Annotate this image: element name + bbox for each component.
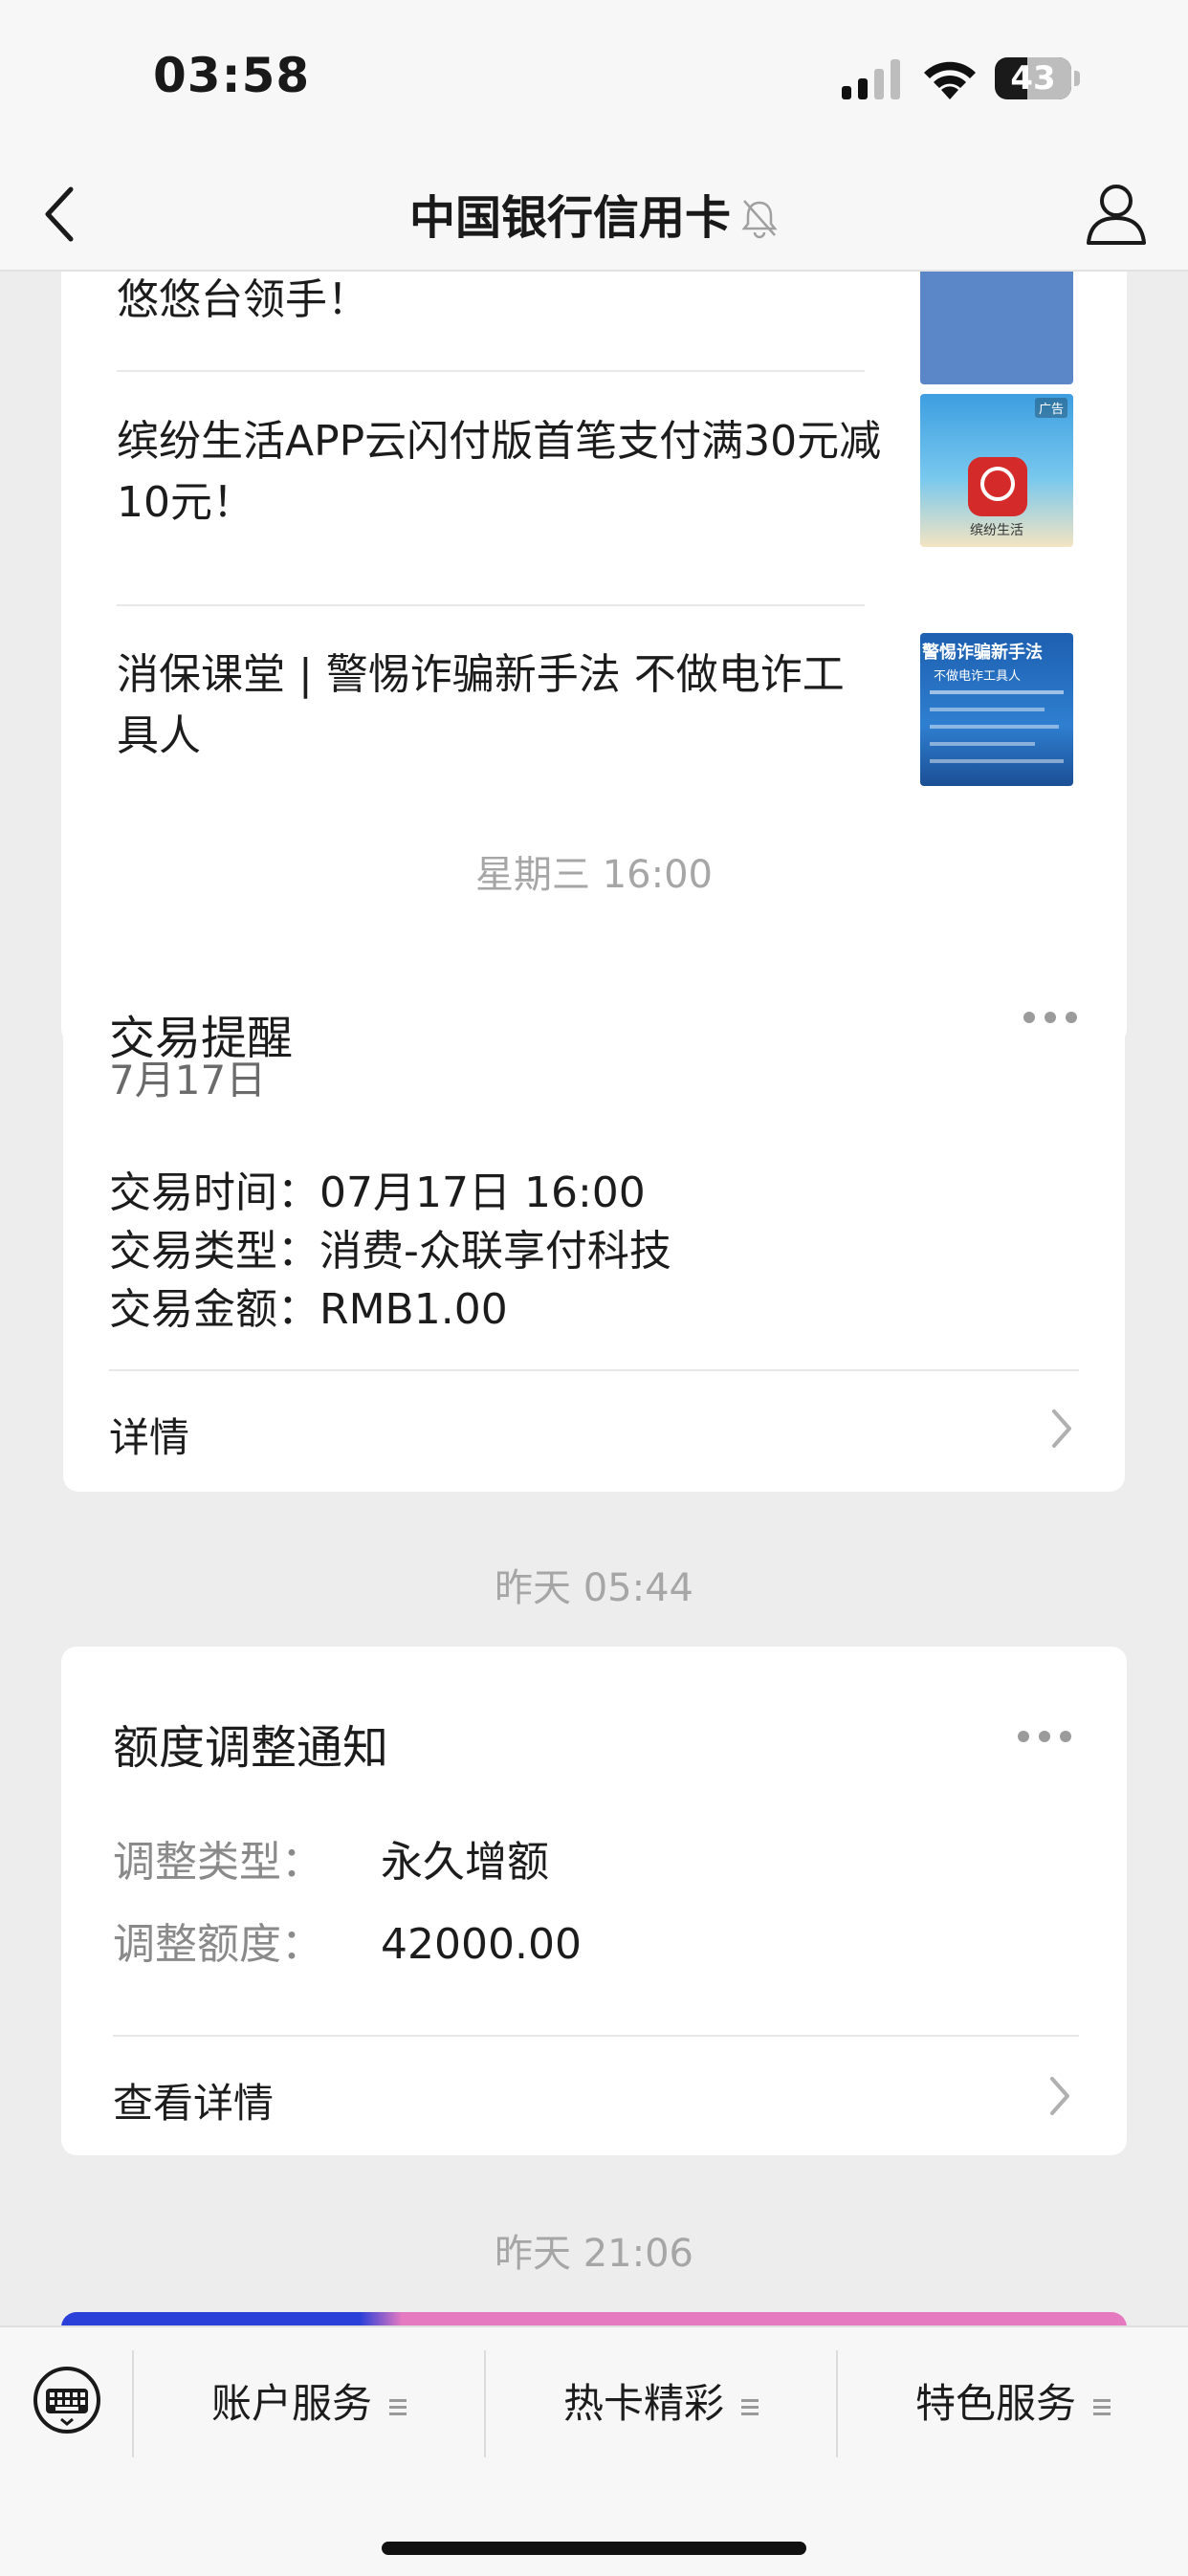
timestamp: 昨天 21:06 <box>495 2232 693 2276</box>
promo-banner[interactable] <box>61 2312 1127 2325</box>
credit-limit-card[interactable]: 额度调整通知 调整类型： 永久增额 调整额度： 42000.00 查看详情 <box>61 1647 1127 2155</box>
chevron-right-icon <box>1052 1409 1071 1448</box>
menu-label: 账户服务 <box>210 2380 372 2427</box>
card-date: 7月17日 <box>109 1057 267 1103</box>
divider <box>113 2035 1079 2037</box>
article-item[interactable]: 悠悠台领手！ <box>117 270 1073 384</box>
app-logo <box>968 457 1027 516</box>
menu-label: 特色服务 <box>914 2380 1076 2427</box>
keyboard-icon[interactable] <box>33 2366 101 2434</box>
submenu-icon <box>389 2397 407 2416</box>
cellular-signal-icon <box>842 59 900 99</box>
article-title: 缤纷生活APP云闪付版首笔支付满30元减10元！ <box>117 417 882 527</box>
field-value: 07月17日 16:00 <box>319 1168 646 1217</box>
battery-icon: 43 <box>995 57 1083 101</box>
menu-account-services[interactable]: 账户服务 <box>134 2356 484 2452</box>
field-value: 永久增额 <box>381 1838 549 1887</box>
muted-bell-icon <box>741 200 778 239</box>
transaction-amount-row: 交易金额：RMB1.00 <box>109 1281 508 1339</box>
divider <box>117 604 865 606</box>
chevron-right-icon <box>1050 2077 1069 2115</box>
field-value: 消费-众联享付科技 <box>319 1227 671 1276</box>
article-thumbnail: 广告 缤纷生活 <box>920 394 1073 547</box>
menu-hot-cards[interactable]: 热卡精彩 <box>486 2356 836 2452</box>
card-title: 额度调整通知 <box>113 1721 389 1775</box>
transaction-time-row: 交易时间：07月17日 16:00 <box>109 1165 646 1222</box>
article-title: 悠悠台领手！ <box>117 275 369 324</box>
transaction-type-row: 交易类型：消费-众联享付科技 <box>109 1223 671 1280</box>
article-item[interactable]: 消保课堂 | 警惕诈骗新手法 不做电诈工具人 警惕诈骗新手法 不做电诈工具人 <box>117 633 1073 824</box>
article-card: 悠悠台领手！ 缤纷生活APP云闪付版首笔支付满30元减10元！ 广告 缤纷生活 … <box>61 270 1127 1044</box>
transaction-alert-card[interactable]: 交易提醒 7月17日 交易时间：07月17日 16:00 交易类型：消费-众联享… <box>63 933 1125 1492</box>
thumb-subline: 不做电诈工具人 <box>934 669 1022 684</box>
adjust-amount-row: 调整额度： 42000.00 <box>113 1916 582 1974</box>
submenu-icon <box>741 2397 759 2416</box>
divider <box>117 370 865 372</box>
profile-icon[interactable] <box>1085 180 1148 247</box>
divider <box>109 1369 1079 1371</box>
field-label: 调整类型： <box>113 1838 323 1887</box>
wifi-icon <box>924 61 976 99</box>
menu-label: 热卡精彩 <box>562 2380 724 2427</box>
menu-featured-services[interactable]: 特色服务 <box>838 2356 1188 2452</box>
message-list[interactable]: 悠悠台领手！ 缤纷生活APP云闪付版首笔支付满30元减10元！ 广告 缤纷生活 … <box>0 270 1188 2325</box>
nav-bar: 中国银行信用卡 <box>0 163 1188 272</box>
more-icon[interactable] <box>1023 1012 1077 1025</box>
timestamp: 星期三 16:00 <box>475 853 713 897</box>
thumb-headline: 警惕诈骗新手法 <box>922 643 1043 663</box>
chat-title: 中国银行信用卡 <box>0 182 1188 251</box>
field-label: 交易时间： <box>109 1168 319 1217</box>
field-label: 交易类型： <box>109 1227 319 1276</box>
more-icon[interactable] <box>1018 1731 1071 1744</box>
field-label: 调整额度： <box>113 1920 323 1969</box>
details-link[interactable]: 详情 <box>109 1406 189 1464</box>
timestamp: 昨天 05:44 <box>495 1566 693 1610</box>
article-title: 消保课堂 | 警惕诈骗新手法 不做电诈工具人 <box>117 650 845 760</box>
ad-badge: 广告 <box>1034 398 1067 418</box>
status-bar: 03:58 43 <box>0 0 1188 163</box>
submenu-icon <box>1093 2397 1111 2416</box>
battery-level: 43 <box>1010 59 1056 98</box>
article-thumbnail <box>920 270 1073 384</box>
status-time: 03:58 <box>153 48 311 103</box>
bottom-menu: 账户服务 热卡精彩 特色服务 <box>0 2325 1188 2576</box>
field-value: RMB1.00 <box>319 1285 508 1334</box>
adjust-type-row: 调整类型： 永久增额 <box>113 1834 549 1891</box>
home-indicator[interactable] <box>382 2542 806 2555</box>
field-label: 交易金额： <box>109 1285 319 1334</box>
field-value: 42000.00 <box>381 1920 582 1969</box>
app-name: 缤纷生活 <box>970 523 1023 538</box>
page-title: 中国银行信用卡 <box>408 191 731 245</box>
article-thumbnail: 警惕诈骗新手法 不做电诈工具人 <box>920 633 1073 786</box>
view-details-link[interactable]: 查看详情 <box>113 2071 274 2129</box>
article-item[interactable]: 缤纷生活APP云闪付版首笔支付满30元减10元！ 广告 缤纷生活 <box>117 394 1073 585</box>
